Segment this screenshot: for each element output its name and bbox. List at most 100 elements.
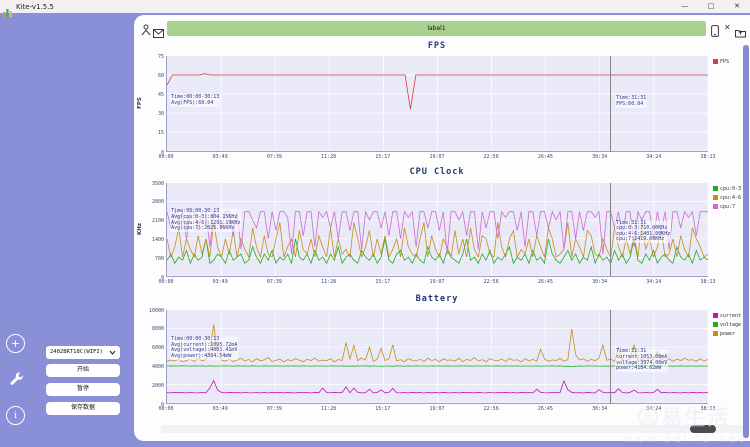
wrench-icon [10, 372, 23, 385]
maximize-button[interactable]: □ [698, 0, 724, 13]
cpu-clock-annotation-left: Time:00:00-30:13 Avg(cpu:0-3):804.15KHz Av… [170, 209, 242, 232]
export-icon[interactable] [735, 23, 746, 42]
battery-legend-item[interactable]: current [713, 311, 741, 320]
vertical-scrollbar-thumb[interactable] [743, 45, 749, 438]
battery-y-tick: 2000 [151, 382, 164, 389]
fps-x-tick: 34:24 [646, 154, 662, 160]
cpu-clock-legend-item[interactable]: cpu:4-6 [713, 193, 741, 202]
disconnect-icon[interactable]: ✕ [724, 23, 731, 33]
legend-swatch-icon [713, 59, 718, 64]
phone-icon[interactable] [711, 22, 719, 41]
cpu-clock-x-tick: 19:07 [429, 279, 445, 285]
annotation-line: Avg(cpu:7):2025.96KHz [171, 225, 235, 232]
annotation-line: Avg(FPS):60.04 [171, 99, 214, 106]
battery-y-tick: 10000 [148, 307, 164, 314]
close-button[interactable]: ✕ [724, 0, 750, 13]
fps-legend: FPS [713, 57, 729, 66]
plus-icon: + [10, 337, 21, 350]
cpu-clock-x-tick: 30:34 [592, 279, 608, 285]
cpu-clock-y-tick: 1400 [151, 236, 164, 243]
fps-chart-title: FPS [427, 41, 447, 51]
battery-y-tick: 6000 [151, 345, 164, 352]
fps-x-tick: 03:49 [212, 154, 228, 160]
user-icon[interactable] [141, 21, 151, 40]
cpu-clock-cursor-line [609, 183, 611, 277]
cpu-clock-annotation-right: Time:31:31 cpu:0-3:710.00KHz cpu:4-6:1401.… [615, 220, 672, 243]
horizontal-scrollbar-thumb[interactable] [690, 425, 716, 433]
window-titlebar: Kite-v1.5.5 — □ ✕ [0, 0, 750, 17]
battery-x-tick: 15:17 [375, 406, 391, 412]
device-select[interactable]: 2402BRT18C(WIFI) [46, 346, 120, 359]
battery-legend-item[interactable]: power [713, 329, 741, 338]
fps-x-tick: 15:17 [375, 154, 391, 160]
cpu-clock-x-tick: 03:49 [212, 279, 228, 285]
legend-label: power [720, 330, 736, 337]
fps-x-tick: 19:07 [429, 154, 445, 160]
fps-y-tick: 60 [157, 72, 164, 79]
pause-button[interactable]: 暂停 [46, 383, 120, 396]
info-button[interactable]: i [6, 406, 25, 425]
battery-annotation-right: Time:31:31 current:1053.00mA voltage:3974.… [615, 349, 669, 372]
battery-x-tick: 19:07 [429, 406, 445, 412]
horizontal-scrollbar[interactable] [160, 425, 746, 433]
app-logo-icon [3, 2, 12, 17]
legend-label: cpu:0-3 [720, 185, 742, 192]
battery-cursor-line [609, 310, 611, 404]
vertical-scrollbar[interactable] [743, 45, 749, 438]
battery-x-tick: 00:00 [158, 406, 174, 412]
battery-annotation-left: Time:00:00-30:13 Avg(current):1095.72mA Av… [170, 337, 239, 360]
cpu-clock-x-tick: 26:45 [537, 279, 553, 285]
fps-annotation-left: Time:00:00-30:13 Avg(FPS):60.04 [170, 95, 221, 107]
settings-wrench-button[interactable] [9, 372, 25, 388]
label-bar[interactable]: label1 [167, 21, 706, 36]
fps-x-tick: 11:28 [321, 154, 337, 160]
fps-x-tick: 00:00 [158, 154, 174, 160]
battery-legend-item[interactable]: voltage [713, 320, 741, 329]
fps-y-tick: 75 [157, 53, 164, 60]
message-icon[interactable] [153, 23, 164, 42]
fps-x-tick: 07:39 [266, 154, 282, 160]
cpu-clock-x-tick: 11:28 [321, 279, 337, 285]
fps-legend-item[interactable]: FPS [713, 57, 729, 66]
fps-y-tick: 45 [157, 91, 164, 98]
battery-y-tick: 4000 [151, 363, 164, 370]
legend-swatch-icon [713, 195, 718, 200]
battery-x-tick: 03:49 [212, 406, 228, 412]
battery-y-tick: 8000 [151, 326, 164, 333]
fps-x-tick: 30:34 [592, 154, 608, 160]
fps-y-tick: 30 [157, 111, 164, 118]
battery-x-tick: 38:13 [700, 406, 716, 412]
cpu-clock-x-tick: 00:00 [158, 279, 174, 285]
cpu-clock-legend-item[interactable]: cpu:7 [713, 202, 741, 211]
cpu-clock-x-tick: 07:39 [266, 279, 282, 285]
add-device-button[interactable]: + [6, 334, 25, 353]
battery-x-tick: 34:24 [646, 406, 662, 412]
annotation-line: FPS:60.04 [616, 100, 644, 107]
legend-label: voltage [720, 321, 742, 328]
annotation-line: cpu:7:2419.00KHz [616, 236, 665, 243]
fps-x-tick: 26:45 [537, 154, 553, 160]
fps-y-tick: 15 [157, 130, 164, 137]
cpu-clock-legend-item[interactable]: cpu:0-3 [713, 184, 741, 193]
battery-x-tick: 26:45 [537, 406, 553, 412]
cpu-clock-y-tick: 2800 [151, 199, 164, 206]
cpu-clock-y-tick: 700 [154, 255, 164, 262]
cpu-clock-chart-title: CPU Clock [409, 167, 465, 177]
battery-chart-title: Battery [415, 294, 459, 304]
cpu-clock-x-tick: 34:24 [646, 279, 662, 285]
legend-swatch-icon [713, 322, 718, 327]
cpu-clock-x-tick: 15:17 [375, 279, 391, 285]
save-data-button[interactable]: 保存数据 [46, 402, 120, 415]
legend-swatch-icon [713, 313, 718, 318]
legend-label: cpu:7 [720, 203, 736, 210]
cpu-clock-y-tick: 3500 [151, 180, 164, 187]
start-button[interactable]: 开始 [46, 364, 120, 377]
annotation-line: power:4184.62mW [616, 365, 662, 372]
cpu-clock-legend: cpu:0-3 cpu:4-6 cpu:7 [713, 184, 741, 211]
battery-x-tick: 11:28 [321, 406, 337, 412]
device-select-value: 2402BRT18C(WIFI) [50, 349, 103, 355]
battery-x-tick: 07:39 [266, 406, 282, 412]
minimize-button[interactable]: — [672, 0, 698, 13]
fps-annotation-right: Time:31:31 FPS:60.04 [615, 96, 648, 108]
cpu-clock-y-tick: 2100 [151, 218, 164, 225]
